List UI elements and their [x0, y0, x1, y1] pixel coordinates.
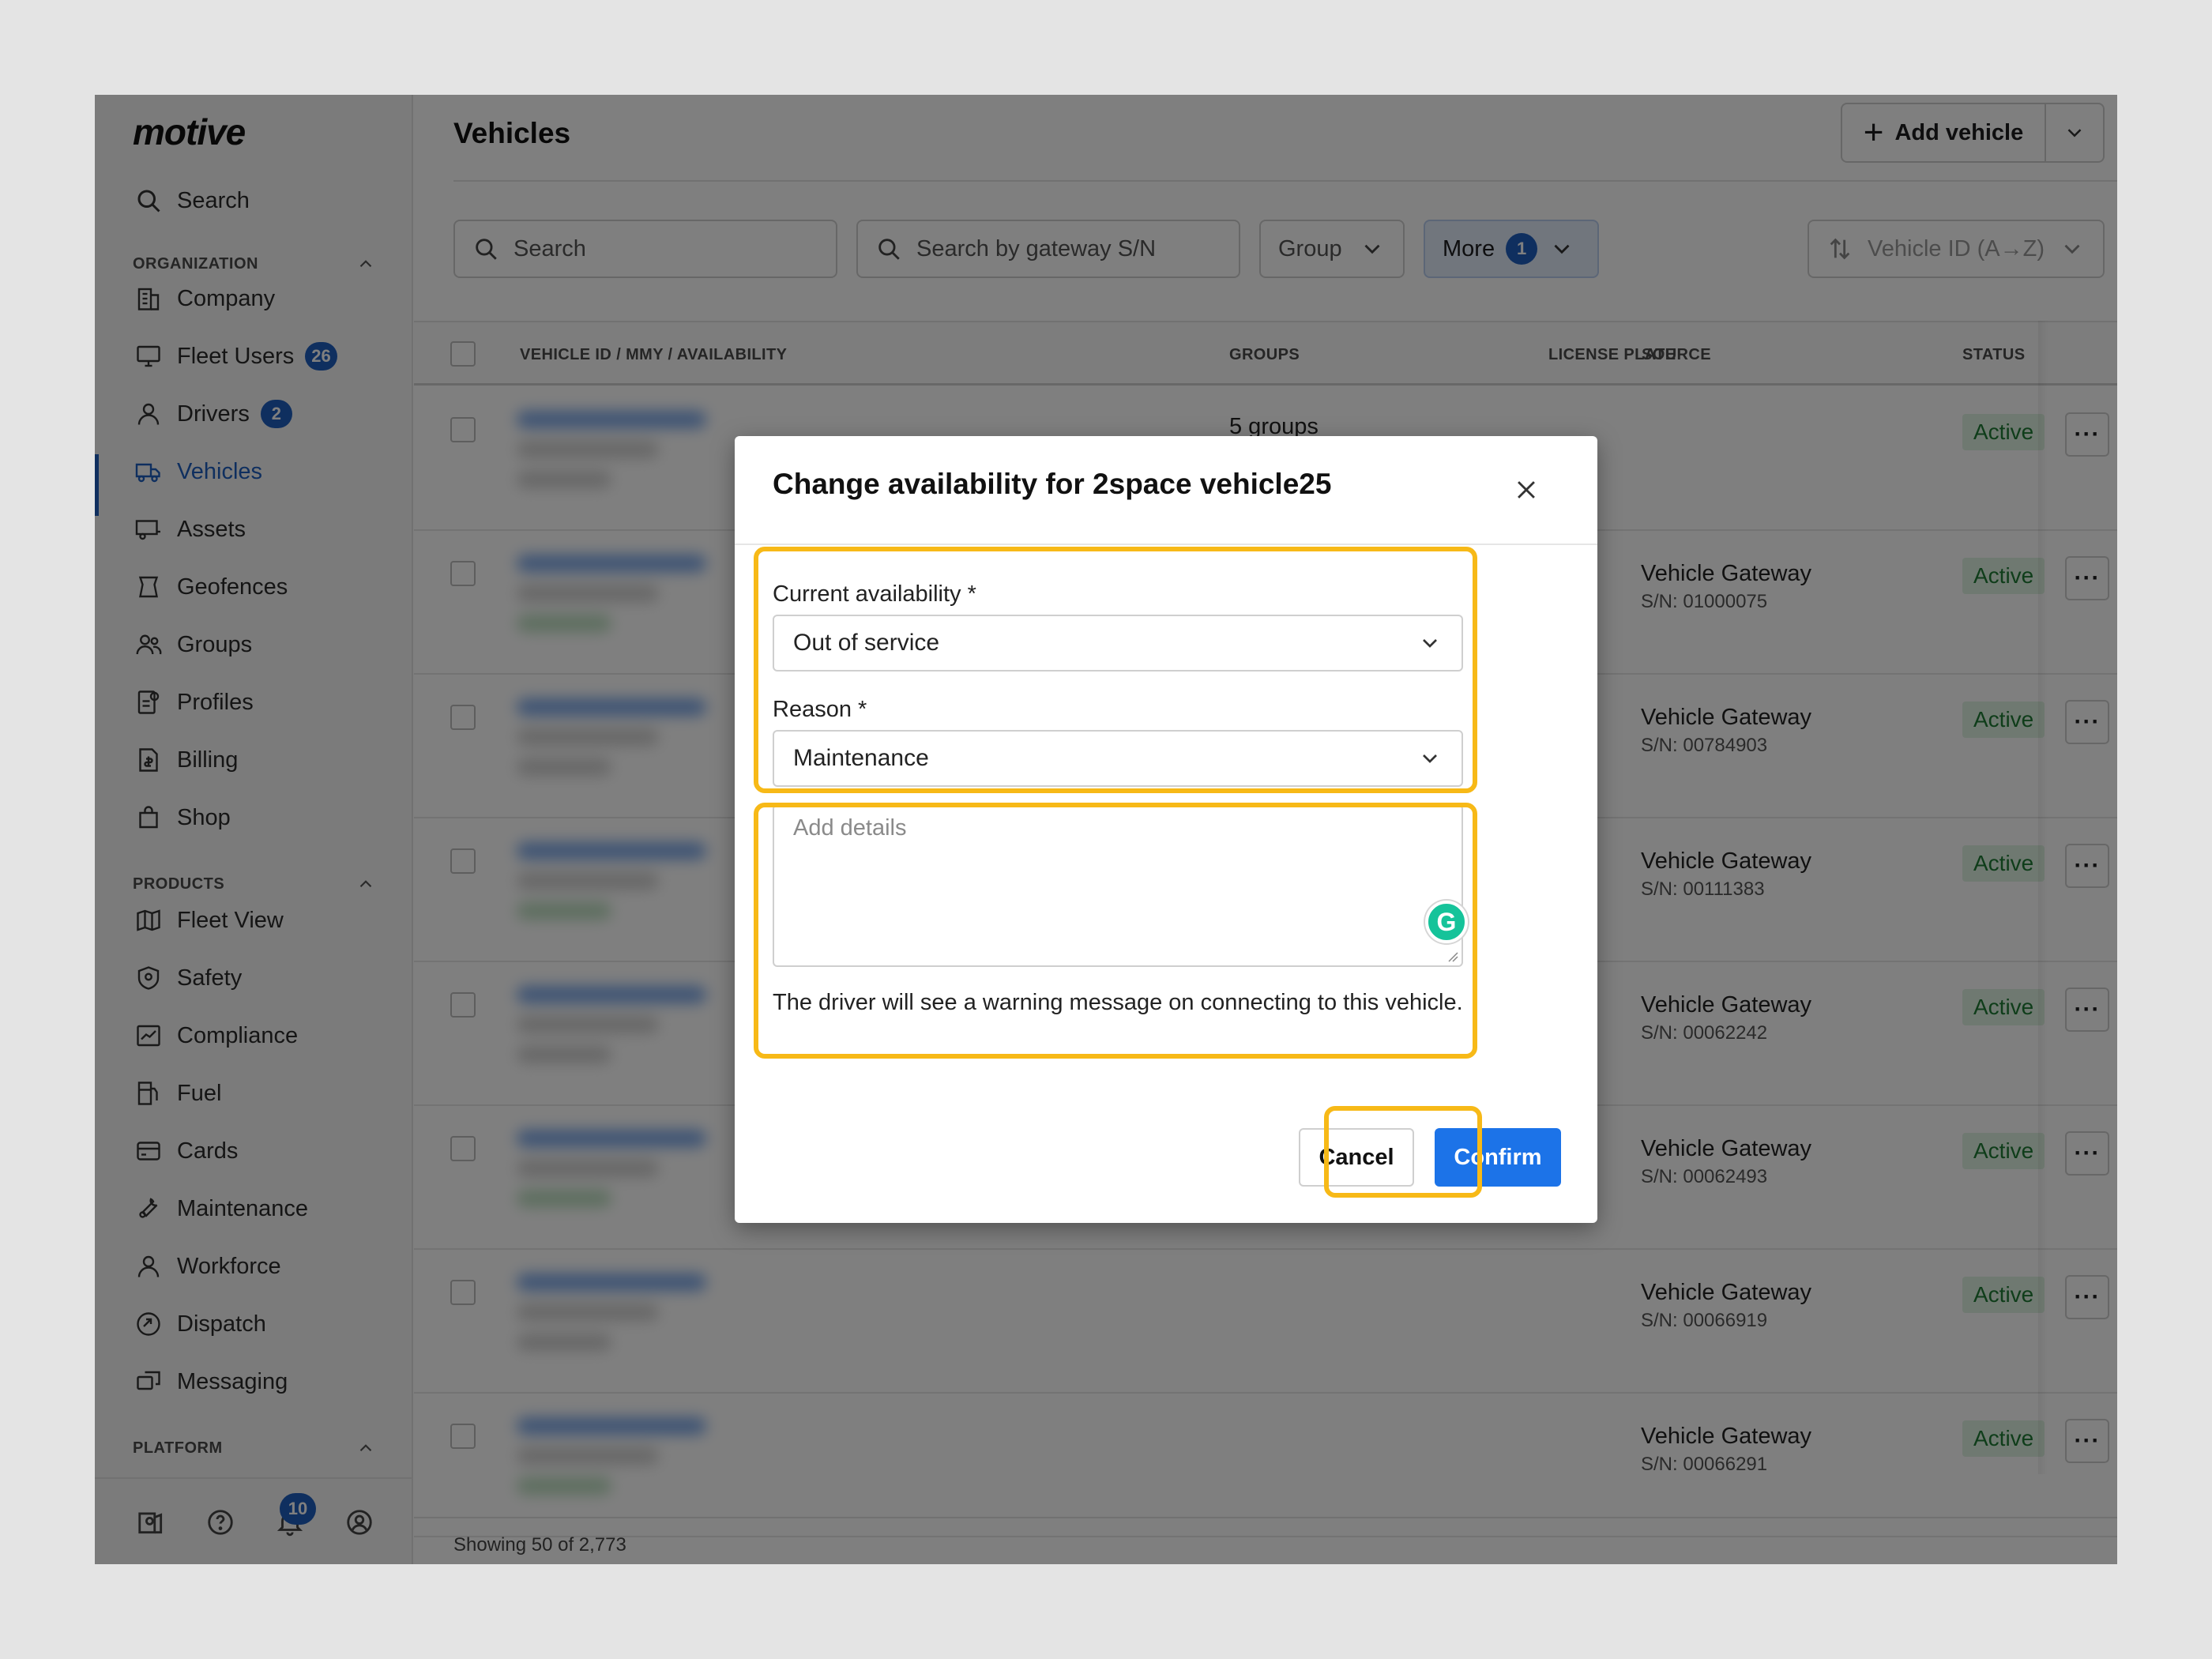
app-window: motive Search ORGANIZATION CompanyFleet …	[95, 95, 2117, 1564]
chevron-down-icon	[1423, 754, 1437, 763]
reason-label: Reason *	[773, 697, 867, 722]
close-button[interactable]	[1509, 472, 1544, 507]
dialog-title: Change availability for 2space vehicle25	[773, 468, 1332, 500]
cancel-button[interactable]: Cancel	[1299, 1128, 1414, 1187]
driver-warning-text: The driver will see a warning message on…	[773, 990, 1463, 1015]
chevron-down-icon	[1423, 639, 1437, 648]
resize-handle-icon[interactable]	[1446, 950, 1458, 962]
details-textarea[interactable]: Add details G	[773, 804, 1468, 967]
details-placeholder: Add details	[793, 815, 907, 841]
reason-select[interactable]: Maintenance	[773, 730, 1463, 787]
confirm-button[interactable]: Confirm	[1435, 1128, 1561, 1187]
availability-value: Out of service	[793, 630, 940, 656]
grammarly-icon[interactable]: G	[1425, 901, 1468, 943]
availability-select[interactable]: Out of service	[773, 615, 1463, 672]
dialog-header-divider	[735, 544, 1597, 545]
reason-value: Maintenance	[793, 745, 929, 771]
close-icon	[1518, 481, 1535, 498]
change-availability-dialog: Change availability for 2space vehicle25…	[735, 436, 1597, 1223]
availability-label: Current availability *	[773, 581, 976, 607]
